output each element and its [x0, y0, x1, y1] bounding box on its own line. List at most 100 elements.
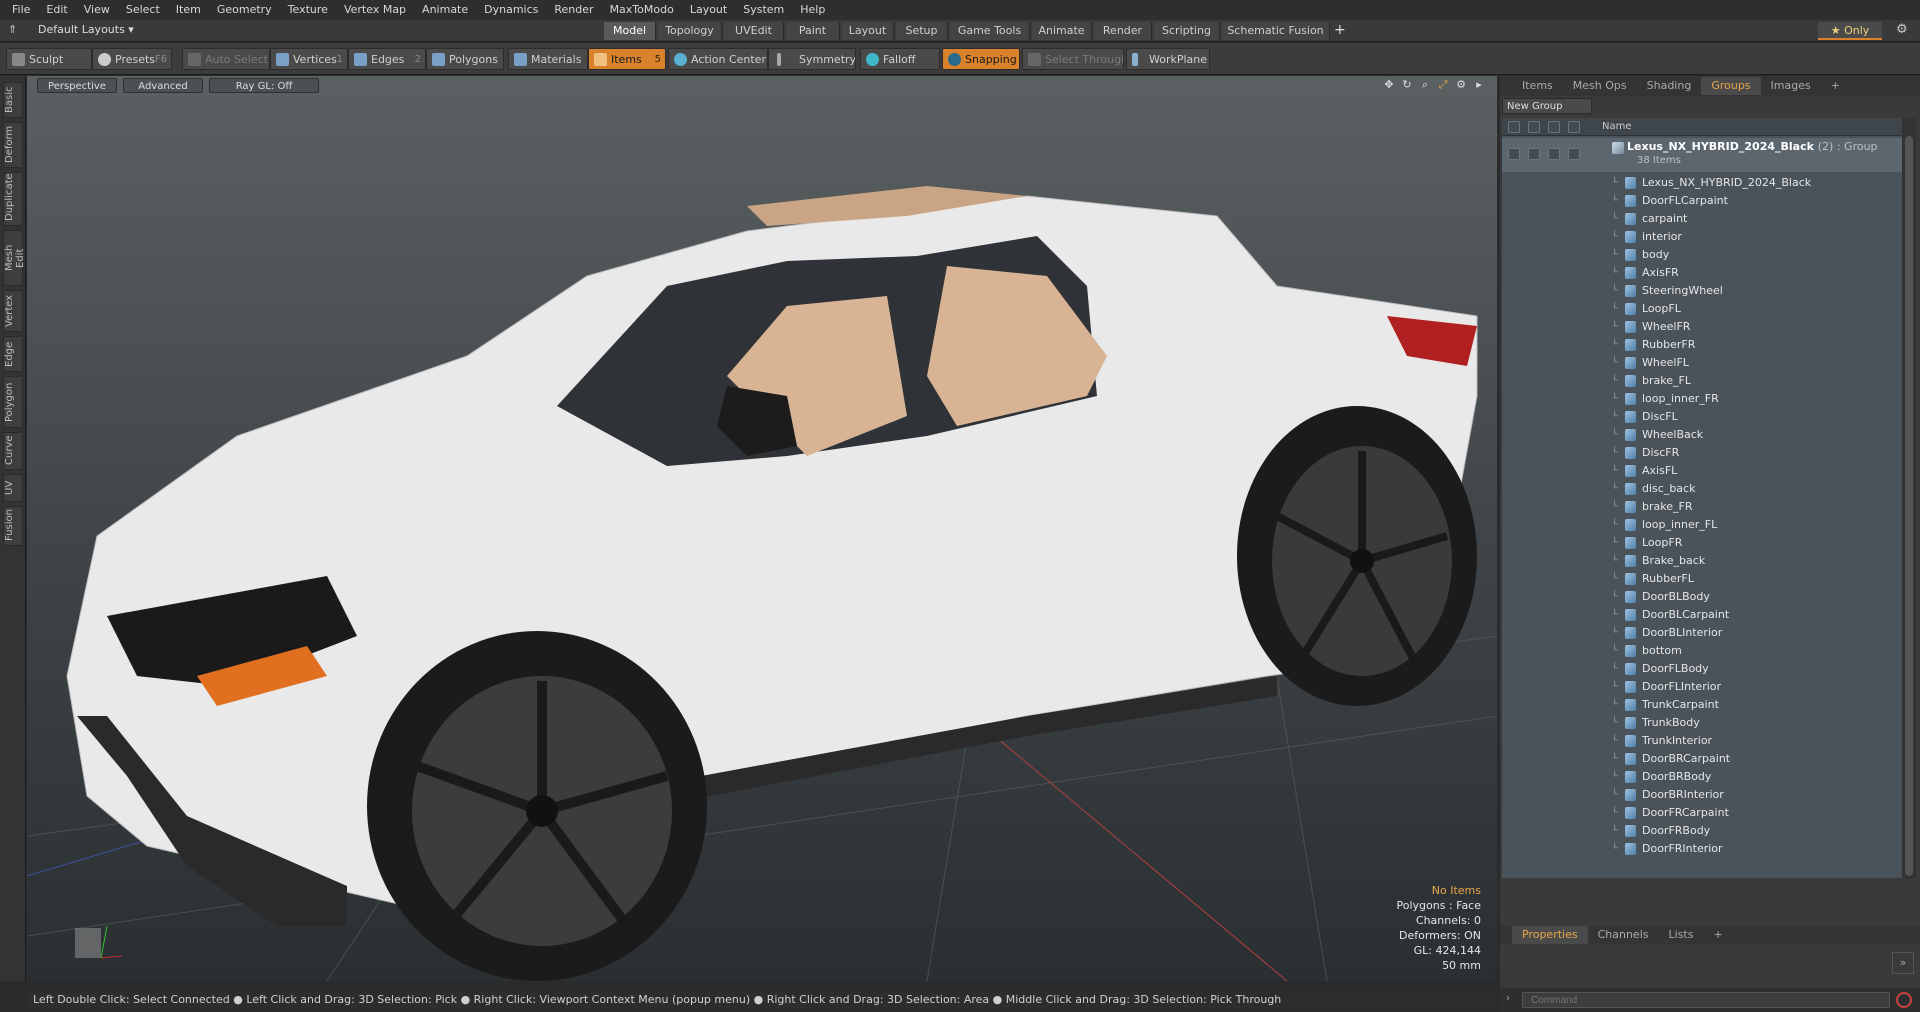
- list-item[interactable]: └ TrunkInterior: [1502, 732, 1902, 750]
- rear-wheel[interactable]: [1237, 406, 1477, 706]
- select-column-icon[interactable]: [1568, 121, 1580, 133]
- left-tab-polygon[interactable]: Polygon: [3, 376, 23, 428]
- menu-geometry[interactable]: Geometry: [209, 0, 280, 20]
- panel-tab-shading[interactable]: Shading: [1637, 77, 1702, 95]
- menu-render[interactable]: Render: [546, 0, 601, 20]
- list-item[interactable]: └ SteeringWheel: [1502, 282, 1902, 300]
- new-group-button[interactable]: New Group: [1502, 98, 1592, 114]
- list-item[interactable]: └ WheelFR: [1502, 318, 1902, 336]
- eye-icon[interactable]: [1508, 148, 1520, 160]
- layout-tab-topology[interactable]: Topology: [658, 22, 722, 40]
- perspective-dropdown[interactable]: Perspective: [37, 77, 117, 93]
- panel-tab-mesh-ops[interactable]: Mesh Ops: [1563, 77, 1637, 95]
- menu-help[interactable]: Help: [792, 0, 833, 20]
- layout-tab-layout[interactable]: Layout: [842, 22, 894, 40]
- groups-list[interactable]: Name Lexus_NX_HYBRID_2024_Black (2) : Gr…: [1502, 118, 1902, 878]
- default-layouts-dropdown[interactable]: Default Layouts ▾: [38, 23, 134, 36]
- properties-tab-properties[interactable]: Properties: [1512, 926, 1588, 944]
- falloff-button[interactable]: Falloff: [860, 48, 940, 70]
- left-tab-vertex[interactable]: Vertex: [3, 290, 23, 332]
- lock-column-icon[interactable]: [1548, 121, 1560, 133]
- raygl-toggle[interactable]: Ray GL: Off: [209, 77, 319, 93]
- name-column-header[interactable]: Name: [1602, 118, 1632, 136]
- render-column-icon[interactable]: [1528, 121, 1540, 133]
- sculpt-button[interactable]: Sculpt: [6, 48, 92, 70]
- materials-button[interactable]: Materials: [508, 48, 588, 70]
- edges-button[interactable]: Edges 2: [348, 48, 426, 70]
- menu-layout[interactable]: Layout: [682, 0, 735, 20]
- list-item[interactable]: └ DoorFLBody: [1502, 660, 1902, 678]
- left-tab-curve[interactable]: Curve: [3, 432, 23, 470]
- select-toggle-icon[interactable]: [1568, 148, 1580, 160]
- rotate-icon[interactable]: ↻: [1401, 79, 1413, 91]
- menu-maxtomodo[interactable]: MaxToModo: [602, 0, 682, 20]
- render-toggle-icon[interactable]: [1528, 148, 1540, 160]
- list-item[interactable]: └ loop_inner_FR: [1502, 390, 1902, 408]
- list-item[interactable]: └ DiscFL: [1502, 408, 1902, 426]
- list-item[interactable]: └ DoorBLCarpaint: [1502, 606, 1902, 624]
- list-item[interactable]: └ DoorBRCarpaint: [1502, 750, 1902, 768]
- menu-system[interactable]: System: [735, 0, 792, 20]
- list-item[interactable]: └ AxisFL: [1502, 462, 1902, 480]
- expand-icon[interactable]: »: [1892, 952, 1914, 974]
- visibility-column-icon[interactable]: [1508, 121, 1520, 133]
- list-item[interactable]: └ TrunkBody: [1502, 714, 1902, 732]
- front-wheel[interactable]: [367, 631, 707, 981]
- properties-tab-channels[interactable]: Channels: [1588, 926, 1659, 944]
- shading-dropdown[interactable]: Advanced: [123, 77, 203, 93]
- left-tab-basic[interactable]: Basic: [3, 82, 23, 118]
- panel-tab-groups[interactable]: Groups: [1701, 77, 1761, 95]
- layout-tab-game-tools[interactable]: Game Tools: [950, 22, 1030, 40]
- list-item[interactable]: └ DoorFRBody: [1502, 822, 1902, 840]
- panel-tab-add[interactable]: +: [1821, 77, 1850, 95]
- list-item[interactable]: └ interior: [1502, 228, 1902, 246]
- workplane-button[interactable]: WorkPlane: [1126, 48, 1210, 70]
- list-item[interactable]: └ LoopFR: [1502, 534, 1902, 552]
- list-item[interactable]: └ DoorFRCarpaint: [1502, 804, 1902, 822]
- select-through-button[interactable]: Select Through: [1022, 48, 1124, 70]
- zoom-icon[interactable]: ⌕: [1419, 79, 1431, 91]
- viewport-settings-icon[interactable]: ⚙: [1455, 79, 1467, 91]
- left-tab-duplicate[interactable]: Duplicate: [3, 172, 23, 226]
- menu-dynamics[interactable]: Dynamics: [476, 0, 546, 20]
- list-item[interactable]: └ AxisFR: [1502, 264, 1902, 282]
- menu-animate[interactable]: Animate: [414, 0, 476, 20]
- items-button[interactable]: Items 5: [588, 48, 666, 70]
- left-tab-mesh-edit[interactable]: Mesh Edit: [3, 230, 26, 286]
- left-tab-fusion[interactable]: Fusion: [3, 506, 23, 546]
- list-item[interactable]: └ WheelFL: [1502, 354, 1902, 372]
- list-item[interactable]: └ brake_FR: [1502, 498, 1902, 516]
- layouts-collapse-icon[interactable]: ⇑: [8, 23, 17, 36]
- layout-tab-schematic-fusion[interactable]: Schematic Fusion: [1222, 22, 1330, 40]
- menu-vertex-map[interactable]: Vertex Map: [336, 0, 414, 20]
- list-item[interactable]: └ body: [1502, 246, 1902, 264]
- command-input[interactable]: [1522, 992, 1890, 1008]
- polygons-button[interactable]: Polygons: [426, 48, 504, 70]
- viewport-more-icon[interactable]: ▸: [1473, 79, 1485, 91]
- gear-icon[interactable]: ⚙: [1896, 22, 1908, 37]
- left-tab-deform[interactable]: Deform: [3, 122, 23, 168]
- auto-select-button[interactable]: Auto Select: [182, 48, 270, 70]
- list-item[interactable]: └ DoorBRInterior: [1502, 786, 1902, 804]
- layout-tab-paint[interactable]: Paint: [786, 22, 840, 40]
- properties-tab-add[interactable]: +: [1703, 926, 1732, 944]
- list-item[interactable]: └ carpaint: [1502, 210, 1902, 228]
- left-tab-edge[interactable]: Edge: [3, 336, 23, 372]
- layout-tab-scripting[interactable]: Scripting: [1154, 22, 1220, 40]
- command-arrow-icon[interactable]: ›: [1506, 993, 1510, 1004]
- menu-item[interactable]: Item: [168, 0, 209, 20]
- list-item[interactable]: └ DoorBLInterior: [1502, 624, 1902, 642]
- list-item[interactable]: └ WheelBack: [1502, 426, 1902, 444]
- add-layout-button[interactable]: +: [1334, 22, 1346, 38]
- pan-icon[interactable]: ✥: [1383, 79, 1395, 91]
- list-item[interactable]: └ Brake_back: [1502, 552, 1902, 570]
- list-item[interactable]: └ disc_back: [1502, 480, 1902, 498]
- fit-icon[interactable]: ⤢: [1437, 79, 1449, 91]
- action-center-button[interactable]: Action Center: [668, 48, 768, 70]
- list-item[interactable]: └ LoopFL: [1502, 300, 1902, 318]
- menu-texture[interactable]: Texture: [280, 0, 336, 20]
- only-toggle[interactable]: ★ Only: [1818, 22, 1882, 40]
- list-item[interactable]: └ DoorBLBody: [1502, 588, 1902, 606]
- menu-edit[interactable]: Edit: [38, 0, 75, 20]
- 3d-viewport[interactable]: Perspective Advanced Ray GL: Off ✥ ↻ ⌕ ⤢…: [27, 76, 1497, 981]
